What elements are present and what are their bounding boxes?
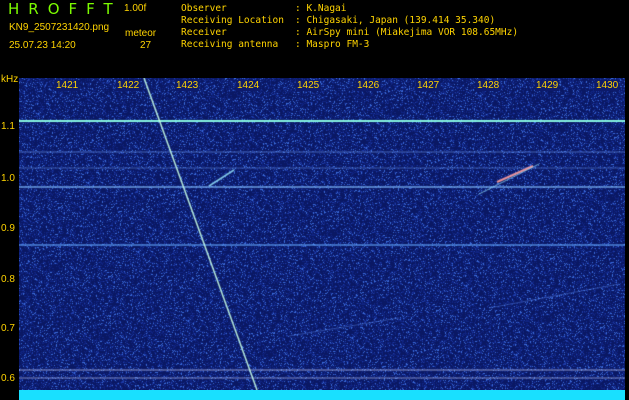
x-tick-1423: 1423	[175, 80, 200, 91]
x-tick-1426: 1426	[356, 80, 381, 91]
y-axis-unit: kHz	[1, 74, 19, 85]
y-tick-0.8: 0.8	[1, 274, 15, 285]
x-tick-1428: 1428	[476, 80, 501, 91]
x-tick-1429: 1429	[535, 80, 560, 91]
filename-label: KN9_2507231420.png	[9, 22, 110, 33]
info-location: Receiving Location: Chigasaki, Japan (13…	[181, 15, 496, 26]
y-tick-0.6: 0.6	[1, 373, 15, 384]
y-tick-1.0: 1.0	[1, 173, 15, 184]
spectrogram-canvas	[19, 78, 625, 390]
y-tick-0.7: 0.7	[1, 323, 15, 334]
spectrogram-plot	[19, 78, 625, 390]
x-tick-1425: 1425	[296, 80, 321, 91]
info-observer: Observer: K.Nagai	[181, 3, 347, 14]
info-receiver: Receiver: AirSpy mini (Miakejima VOR 108…	[181, 27, 519, 38]
header-panel: HROFFT 1.00f KN9_2507231420.png meteor 2…	[0, 0, 629, 74]
x-tick-1424: 1424	[236, 80, 261, 91]
y-tick-0.9: 0.9	[1, 223, 15, 234]
x-tick-1422: 1422	[116, 80, 141, 91]
x-tick-1421: 1421	[55, 80, 80, 91]
signal-level-bar	[19, 390, 625, 400]
info-antenna: Receiving antenna: Maspro FM-3	[181, 39, 370, 50]
app-logo: HROFFT	[8, 0, 122, 18]
x-tick-1430: 1430	[595, 80, 620, 91]
x-tick-1427: 1427	[416, 80, 441, 91]
y-tick-1.1: 1.1	[1, 121, 15, 132]
datetime-label: 25.07.23 14:20	[9, 40, 76, 51]
meteor-label: meteor	[125, 28, 157, 39]
meteor-count: 27	[140, 40, 152, 51]
version-label: 1.00f	[124, 3, 147, 14]
